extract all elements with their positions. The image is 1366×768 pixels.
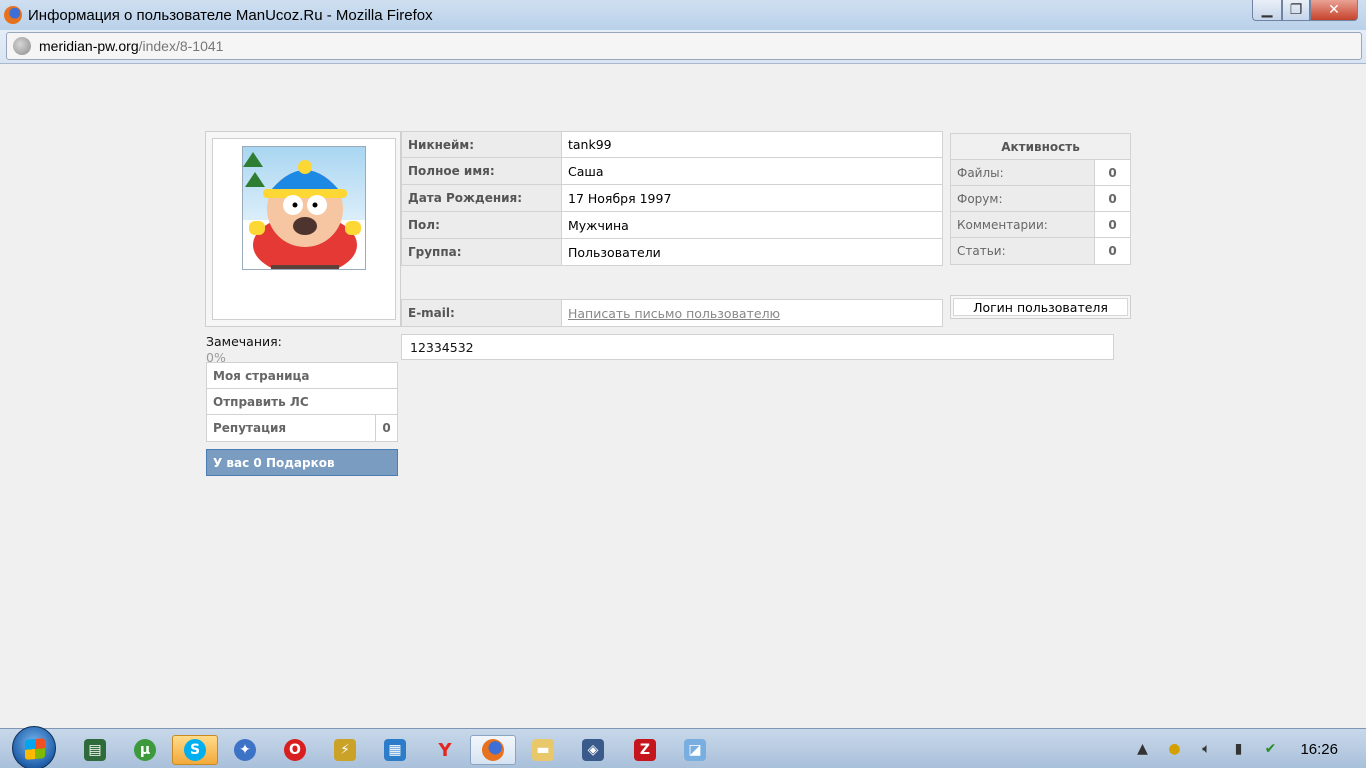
birthdate-value: 17 Ноября 1997 <box>562 185 942 211</box>
minimize-button[interactable]: ▁ <box>1252 0 1282 21</box>
volume-icon[interactable]: 🔈︎ <box>1196 739 1216 759</box>
globe-icon <box>13 37 31 55</box>
group-label: Группа: <box>402 239 562 265</box>
reputation-label: Репутация <box>213 421 287 435</box>
security-icon[interactable]: ✔ <box>1260 739 1280 759</box>
start-button[interactable] <box>12 726 56 768</box>
avatar-frame <box>205 131 401 327</box>
files-label: Файлы: <box>951 160 1095 185</box>
table-row: Группа: Пользователи <box>401 239 943 266</box>
reputation-row[interactable]: Репутация 0 <box>207 415 397 441</box>
group-value: Пользователи <box>562 239 942 265</box>
filezilla-icon[interactable]: Z <box>622 735 668 765</box>
activity-row: Форум: 0 <box>951 186 1130 212</box>
avatar-image <box>242 146 366 270</box>
send-email-link[interactable]: Написать письмо пользователю <box>568 306 780 321</box>
comments-count: 0 <box>1095 212 1130 237</box>
activity-row: Статьи: 0 <box>951 238 1130 264</box>
utorrent-icon[interactable]: µ <box>122 735 168 765</box>
window-controls: ▁ ❐ ✕ <box>1252 0 1358 21</box>
virtualbox-icon[interactable]: ◈ <box>570 735 616 765</box>
table-row: Дата Рождения: 17 Ноября 1997 <box>401 185 943 212</box>
articles-count: 0 <box>1095 238 1130 264</box>
navigation-bar: meridian-pw.org/index/8-1041 <box>0 30 1366 64</box>
page-content: Никнейм: tank99 Полное имя: Саша Дата Ро… <box>0 64 1366 706</box>
clock[interactable]: 16:26 <box>1300 741 1338 758</box>
firefox-taskbar-icon[interactable] <box>470 735 516 765</box>
maximize-button[interactable]: ❐ <box>1282 0 1310 21</box>
gender-label: Пол: <box>402 212 562 238</box>
email-row: E-mail: Написать письмо пользователю <box>401 299 943 327</box>
gifts-button[interactable]: У вас 0 Подарков <box>206 449 398 476</box>
system-tray: ▲ ● 🔈︎ ▮ ✔ 16:26 <box>1126 729 1366 768</box>
window-titlebar: Информация о пользователе ManUcoz.Ru - M… <box>0 0 1366 30</box>
extra-info-field: 12334532 <box>401 334 1114 360</box>
windows-logo-icon <box>25 738 45 760</box>
forum-count: 0 <box>1095 186 1130 211</box>
profile-menu: Моя страница Отправить ЛС Репутация 0 <box>206 362 398 442</box>
task-manager-icon[interactable]: ▤ <box>72 735 118 765</box>
window-title: Информация о пользователе ManUcoz.Ru - M… <box>28 6 433 24</box>
network-icon[interactable]: ▮ <box>1228 739 1248 759</box>
forum-label: Форум: <box>951 186 1095 211</box>
url-bar[interactable]: meridian-pw.org/index/8-1041 <box>6 32 1362 60</box>
url-text: meridian-pw.org/index/8-1041 <box>39 38 224 54</box>
login-box: Логин пользователя <box>950 295 1131 319</box>
table-row: Полное имя: Саша <box>401 158 943 185</box>
table-row: Пол: Мужчина <box>401 212 943 239</box>
profile-info-table: Никнейм: tank99 Полное имя: Саша Дата Ро… <box>401 131 943 266</box>
firefox-icon <box>4 6 22 24</box>
files-count: 0 <box>1095 160 1130 185</box>
close-button[interactable]: ✕ <box>1310 0 1358 21</box>
show-hidden-icons-icon[interactable]: ▲ <box>1132 739 1152 759</box>
remarks-label: Замечания: <box>206 334 282 349</box>
opera-icon[interactable]: O <box>272 735 318 765</box>
explorer-icon[interactable]: ▬ <box>520 735 566 765</box>
birthdate-label: Дата Рождения: <box>402 185 562 211</box>
activity-title: Активность <box>951 134 1130 160</box>
nickname-value: tank99 <box>562 132 942 157</box>
cartman-avatar-icon <box>243 152 361 269</box>
folder-icon[interactable]: ◪ <box>672 735 718 765</box>
notification-icon[interactable]: ● <box>1164 739 1184 759</box>
comments-label: Комментарии: <box>951 212 1095 237</box>
fullname-label: Полное имя: <box>402 158 562 184</box>
reputation-value: 0 <box>375 415 397 441</box>
remarks: Замечания: 0% <box>206 334 396 365</box>
gender-value: Мужчина <box>562 212 942 238</box>
taskbar: ▤ µ S ✦ O ⚡ ▦ Y ▬ ◈ Z ◪ ▲ ● 🔈︎ ▮ ✔ 16:26 <box>0 726 1366 768</box>
fullname-value: Саша <box>562 158 942 184</box>
yandex-icon[interactable]: Y <box>422 735 468 765</box>
articles-label: Статьи: <box>951 238 1095 264</box>
qip-icon[interactable]: ✦ <box>222 735 268 765</box>
photo-icon[interactable]: ▦ <box>372 735 418 765</box>
my-page-link[interactable]: Моя страница <box>207 363 397 389</box>
send-pm-link[interactable]: Отправить ЛС <box>207 389 397 415</box>
winamp-icon[interactable]: ⚡ <box>322 735 368 765</box>
activity-row: Комментарии: 0 <box>951 212 1130 238</box>
table-row: Никнейм: tank99 <box>401 131 943 158</box>
user-login-button[interactable]: Логин пользователя <box>953 298 1128 316</box>
email-label: E-mail: <box>402 300 562 326</box>
activity-panel: Активность Файлы: 0 Форум: 0 Комментарии… <box>950 133 1131 265</box>
nickname-label: Никнейм: <box>402 132 562 157</box>
skype-icon[interactable]: S <box>172 735 218 765</box>
activity-row: Файлы: 0 <box>951 160 1130 186</box>
